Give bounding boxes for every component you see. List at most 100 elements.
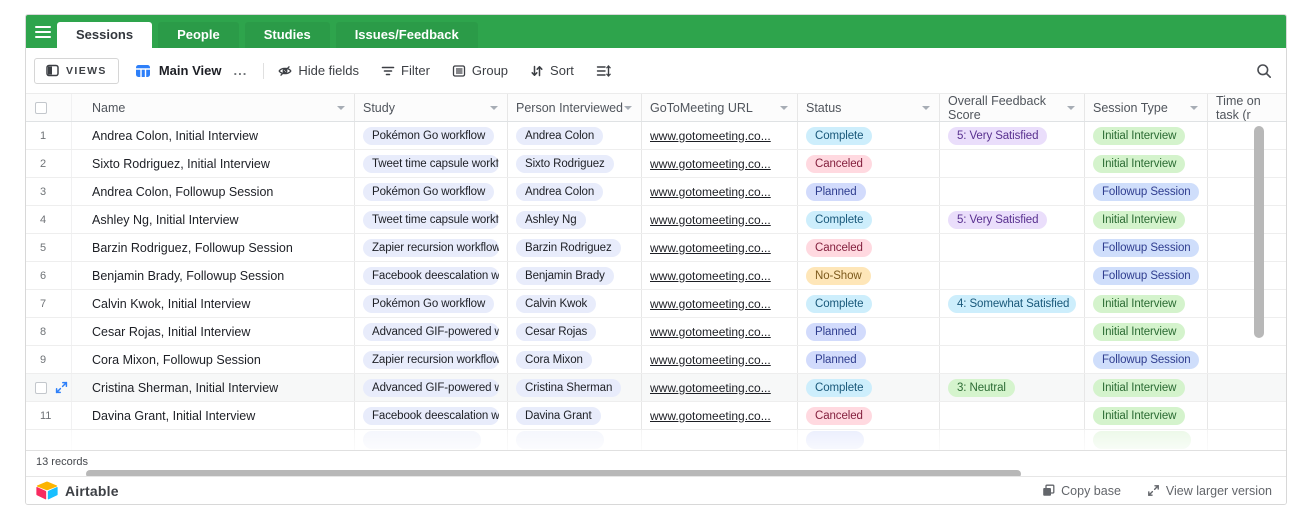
- person-interviewed-cell[interactable]: Cristina Sherman: [508, 374, 642, 401]
- session-type-cell[interactable]: Followup Session: [1085, 346, 1208, 373]
- gotomeeting-link[interactable]: www.gotomeeting.co...: [650, 353, 771, 367]
- status-cell[interactable]: Canceled: [798, 150, 940, 177]
- gotomeeting-link[interactable]: www.gotomeeting.co...: [650, 185, 771, 199]
- chevron-down-icon[interactable]: [922, 106, 930, 110]
- session-type-cell[interactable]: Followup Session: [1085, 178, 1208, 205]
- time-on-task-cell[interactable]: [1208, 150, 1286, 177]
- name-cell[interactable]: Davina Grant, Initial Interview: [72, 402, 355, 429]
- row-gutter-cell[interactable]: 2: [26, 150, 72, 177]
- hide-fields-button[interactable]: Hide fields: [278, 63, 359, 78]
- views-button[interactable]: VIEWS: [34, 58, 119, 84]
- time-on-task-cell[interactable]: [1208, 122, 1286, 149]
- view-switcher[interactable]: Main View ...: [135, 63, 247, 79]
- study-cell[interactable]: Zapier recursion workflow: [355, 346, 508, 373]
- study-cell[interactable]: Pokémon Go workflow: [355, 122, 508, 149]
- person-interviewed-cell[interactable]: Sixto Rodriguez: [508, 150, 642, 177]
- name-cell[interactable]: Barzin Rodriguez, Followup Session: [72, 234, 355, 261]
- gotomeeting-link[interactable]: www.gotomeeting.co...: [650, 213, 771, 227]
- status-cell[interactable]: [798, 430, 940, 450]
- tab-people[interactable]: People: [158, 22, 239, 48]
- chevron-down-icon[interactable]: [780, 106, 788, 110]
- overall-feedback-score-cell[interactable]: [940, 234, 1085, 261]
- search-icon[interactable]: [1256, 63, 1272, 79]
- name-cell[interactable]: Ashley Ng, Initial Interview: [72, 206, 355, 233]
- overall-feedback-score-cell[interactable]: 3: Neutral: [940, 374, 1085, 401]
- session-type-cell[interactable]: Followup Session: [1085, 234, 1208, 261]
- name-cell[interactable]: Benjamin Brady, Followup Session: [72, 262, 355, 289]
- time-on-task-cell[interactable]: [1208, 374, 1286, 401]
- gotomeeting-url-cell[interactable]: www.gotomeeting.co...: [642, 178, 798, 205]
- study-cell[interactable]: Facebook deescalation workflow: [355, 402, 508, 429]
- airtable-brand-link[interactable]: Airtable: [36, 481, 119, 500]
- overall-feedback-score-cell[interactable]: 5: Very Satisfied: [940, 206, 1085, 233]
- overall-feedback-score-cell[interactable]: [940, 178, 1085, 205]
- tab-sessions[interactable]: Sessions: [57, 22, 152, 48]
- expand-record-icon[interactable]: [55, 381, 68, 394]
- row-gutter-cell[interactable]: 3: [26, 178, 72, 205]
- study-cell[interactable]: Zapier recursion workflow: [355, 234, 508, 261]
- status-cell[interactable]: Planned: [798, 346, 940, 373]
- time-on-task-cell[interactable]: [1208, 290, 1286, 317]
- person-interviewed-cell[interactable]: Calvin Kwok: [508, 290, 642, 317]
- gotomeeting-url-cell[interactable]: www.gotomeeting.co...: [642, 234, 798, 261]
- chevron-down-icon[interactable]: [490, 106, 498, 110]
- time-on-task-cell[interactable]: [1208, 206, 1286, 233]
- row-gutter-cell[interactable]: 11: [26, 402, 72, 429]
- gotomeeting-link[interactable]: www.gotomeeting.co...: [650, 381, 771, 395]
- status-cell[interactable]: Canceled: [798, 402, 940, 429]
- column-header-person-interviewed[interactable]: Person Interviewed: [508, 94, 642, 121]
- person-interviewed-cell[interactable]: [508, 430, 642, 450]
- row-height-button[interactable]: [596, 64, 611, 78]
- filter-button[interactable]: Filter: [381, 63, 430, 78]
- gotomeeting-url-cell[interactable]: www.gotomeeting.co...: [642, 346, 798, 373]
- column-header-overall-feedback-score[interactable]: Overall Feedback Score: [940, 94, 1085, 121]
- status-cell[interactable]: Complete: [798, 122, 940, 149]
- tab-studies[interactable]: Studies: [245, 22, 330, 48]
- study-cell[interactable]: Advanced GIF-powered workflows: [355, 374, 508, 401]
- session-type-cell[interactable]: Initial Interview: [1085, 402, 1208, 429]
- row-gutter-cell[interactable]: 9: [26, 346, 72, 373]
- name-cell[interactable]: Andrea Colon, Followup Session: [72, 178, 355, 205]
- person-interviewed-cell[interactable]: Andrea Colon: [508, 178, 642, 205]
- gotomeeting-link[interactable]: www.gotomeeting.co...: [650, 409, 771, 423]
- session-type-cell[interactable]: Initial Interview: [1085, 318, 1208, 345]
- vertical-scrollbar[interactable]: [1254, 126, 1264, 338]
- study-cell[interactable]: Tweet time capsule workflow: [355, 206, 508, 233]
- name-cell[interactable]: Andrea Colon, Initial Interview: [72, 122, 355, 149]
- time-on-task-cell[interactable]: [1208, 346, 1286, 373]
- row-gutter-cell[interactable]: 8: [26, 318, 72, 345]
- overall-feedback-score-cell[interactable]: [940, 430, 1085, 450]
- session-type-cell[interactable]: Followup Session: [1085, 262, 1208, 289]
- gotomeeting-url-cell[interactable]: www.gotomeeting.co...: [642, 262, 798, 289]
- gotomeeting-url-cell[interactable]: www.gotomeeting.co...: [642, 122, 798, 149]
- chevron-down-icon[interactable]: [1067, 106, 1075, 110]
- column-header-session-type[interactable]: Session Type: [1085, 94, 1208, 121]
- overall-feedback-score-cell[interactable]: [940, 402, 1085, 429]
- gotomeeting-url-cell[interactable]: www.gotomeeting.co...: [642, 290, 798, 317]
- name-cell[interactable]: [72, 430, 355, 450]
- select-all-checkbox[interactable]: [35, 102, 47, 114]
- session-type-cell[interactable]: Initial Interview: [1085, 374, 1208, 401]
- person-interviewed-cell[interactable]: Benjamin Brady: [508, 262, 642, 289]
- status-cell[interactable]: Complete: [798, 290, 940, 317]
- session-type-cell[interactable]: Initial Interview: [1085, 290, 1208, 317]
- time-on-task-cell[interactable]: [1208, 318, 1286, 345]
- study-cell[interactable]: Pokémon Go workflow: [355, 290, 508, 317]
- time-on-task-cell[interactable]: [1208, 430, 1286, 450]
- row-gutter-cell[interactable]: 1: [26, 122, 72, 149]
- time-on-task-cell[interactable]: [1208, 178, 1286, 205]
- time-on-task-cell[interactable]: [1208, 234, 1286, 261]
- column-header-name[interactable]: Name: [72, 94, 355, 121]
- name-cell[interactable]: Sixto Rodriguez, Initial Interview: [72, 150, 355, 177]
- sort-button[interactable]: Sort: [530, 63, 574, 78]
- gotomeeting-url-cell[interactable]: www.gotomeeting.co...: [642, 206, 798, 233]
- person-interviewed-cell[interactable]: Cora Mixon: [508, 346, 642, 373]
- copy-base-button[interactable]: Copy base: [1042, 484, 1121, 498]
- overall-feedback-score-cell[interactable]: [940, 262, 1085, 289]
- person-interviewed-cell[interactable]: Ashley Ng: [508, 206, 642, 233]
- person-interviewed-cell[interactable]: Cesar Rojas: [508, 318, 642, 345]
- column-header-time-on-task[interactable]: Time on task (r: [1208, 94, 1286, 121]
- session-type-cell[interactable]: Initial Interview: [1085, 122, 1208, 149]
- chevron-down-icon[interactable]: [1190, 106, 1198, 110]
- time-on-task-cell[interactable]: [1208, 262, 1286, 289]
